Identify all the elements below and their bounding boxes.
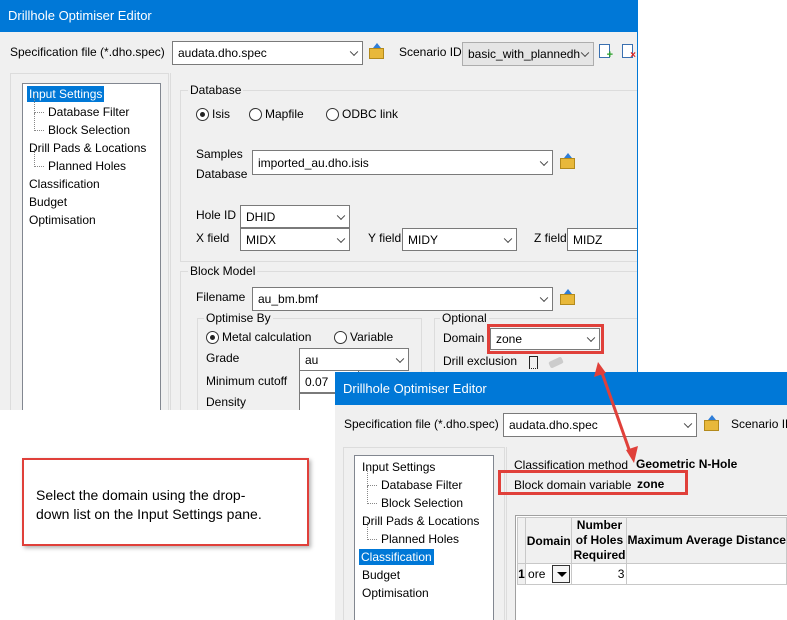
connector-arrow xyxy=(594,362,638,463)
arrow-line xyxy=(599,369,633,456)
